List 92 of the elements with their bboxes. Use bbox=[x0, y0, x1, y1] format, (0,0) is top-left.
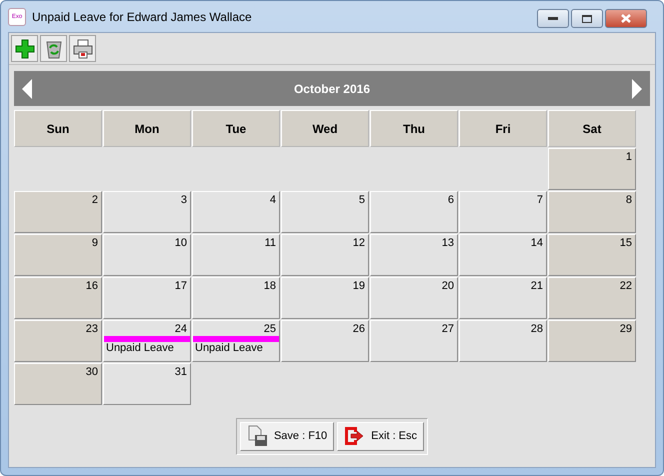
next-month-button[interactable] bbox=[630, 78, 644, 100]
day-number: 29 bbox=[620, 322, 633, 335]
day-cell[interactable]: 21 bbox=[459, 277, 547, 319]
add-button[interactable] bbox=[11, 35, 38, 62]
close-icon bbox=[621, 14, 631, 23]
day-number: 5 bbox=[358, 193, 366, 206]
day-cell[interactable]: 18 bbox=[192, 277, 280, 319]
refresh-button[interactable] bbox=[40, 35, 67, 62]
day-cell[interactable]: 23 bbox=[14, 320, 102, 362]
plus-icon bbox=[14, 38, 34, 58]
day-cell[interactable]: 19 bbox=[281, 277, 369, 319]
weekday-header: Tue bbox=[192, 110, 280, 147]
day-number: 17 bbox=[174, 279, 188, 292]
weekday-header: Sat bbox=[548, 110, 636, 147]
day-number: 9 bbox=[92, 236, 99, 249]
day-number: 22 bbox=[620, 279, 633, 292]
day-cell[interactable]: 30 bbox=[14, 363, 102, 405]
minimize-button[interactable] bbox=[537, 9, 569, 28]
day-number: 12 bbox=[352, 236, 366, 249]
day-number: 19 bbox=[352, 279, 366, 292]
day-cell[interactable]: 31 bbox=[103, 363, 191, 405]
day-cell[interactable]: 11 bbox=[192, 234, 280, 276]
weekday-header: Sun bbox=[14, 110, 102, 147]
previous-month-button[interactable] bbox=[20, 78, 34, 100]
day-cell[interactable]: 17 bbox=[103, 277, 191, 319]
day-number: 21 bbox=[530, 279, 544, 292]
day-number: 23 bbox=[86, 322, 99, 335]
day-number: 14 bbox=[530, 236, 544, 249]
day-cell[interactable]: 25 Unpaid Leave bbox=[192, 320, 280, 362]
day-number: 20 bbox=[442, 279, 455, 292]
day-cell[interactable]: 2 bbox=[14, 191, 102, 233]
day-cell[interactable]: 9 bbox=[14, 234, 102, 276]
day-cell[interactable]: 27 bbox=[370, 320, 458, 362]
day-cell[interactable]: 28 bbox=[459, 320, 547, 362]
day-cell[interactable]: 20 bbox=[370, 277, 458, 319]
window-title: Unpaid Leave for Edward James Wallace bbox=[32, 10, 253, 24]
save-button[interactable]: Save : F10 bbox=[240, 422, 334, 450]
exit-button[interactable]: Exit : Esc bbox=[337, 422, 424, 450]
weekday-header: Wed bbox=[281, 110, 369, 147]
day-cell[interactable]: 5 bbox=[281, 191, 369, 233]
day-number: 6 bbox=[448, 193, 455, 206]
left-arrow-icon bbox=[20, 78, 34, 100]
day-cell[interactable]: 29 bbox=[548, 320, 636, 362]
month-title: October 2016 bbox=[294, 82, 370, 96]
day-cell[interactable]: 16 bbox=[14, 277, 102, 319]
day-number: 25 bbox=[264, 322, 277, 335]
day-number: 18 bbox=[264, 279, 277, 292]
printer-icon bbox=[72, 38, 92, 58]
day-cell[interactable]: 6 bbox=[370, 191, 458, 233]
day-cell[interactable]: 7 bbox=[459, 191, 547, 233]
recycle-bin-icon bbox=[44, 38, 64, 58]
maximize-icon bbox=[582, 14, 592, 22]
day-number: 8 bbox=[626, 193, 633, 206]
print-button[interactable] bbox=[69, 35, 96, 62]
weekday-header: Fri bbox=[459, 110, 547, 147]
day-number: 3 bbox=[180, 193, 188, 206]
day-cell[interactable]: 22 bbox=[548, 277, 636, 319]
day-number: 10 bbox=[174, 236, 188, 249]
day-cell[interactable]: 3 bbox=[103, 191, 191, 233]
day-number: 24 bbox=[174, 322, 188, 335]
weekday-header: Thu bbox=[370, 110, 458, 147]
day-cell[interactable]: 1 bbox=[548, 148, 636, 190]
day-number: 11 bbox=[264, 236, 277, 249]
day-number: 28 bbox=[530, 322, 544, 335]
save-icon bbox=[246, 425, 269, 447]
day-cell[interactable]: 12 bbox=[281, 234, 369, 276]
right-arrow-icon bbox=[630, 78, 644, 100]
day-number: 30 bbox=[86, 365, 99, 378]
day-number: 2 bbox=[92, 193, 99, 206]
event-label: Unpaid Leave bbox=[194, 342, 264, 354]
day-cell[interactable]: 8 bbox=[548, 191, 636, 233]
maximize-button[interactable] bbox=[571, 9, 603, 28]
day-cell[interactable]: 10 bbox=[103, 234, 191, 276]
day-cell[interactable]: 13 bbox=[370, 234, 458, 276]
day-number: 13 bbox=[442, 236, 455, 249]
day-cell[interactable]: 26 bbox=[281, 320, 369, 362]
day-number: 15 bbox=[620, 236, 633, 249]
weekday-header: Mon bbox=[103, 110, 191, 147]
day-cell[interactable]: 14 bbox=[459, 234, 547, 276]
close-button[interactable] bbox=[605, 9, 647, 28]
day-number: 27 bbox=[442, 322, 455, 335]
day-number: 26 bbox=[352, 322, 366, 335]
day-cell[interactable]: 4 bbox=[192, 191, 280, 233]
day-number: 16 bbox=[86, 279, 99, 292]
day-number: 7 bbox=[536, 193, 544, 206]
day-cell[interactable]: 24 Unpaid Leave bbox=[103, 320, 191, 362]
day-cell[interactable]: 15 bbox=[548, 234, 636, 276]
event-label: Unpaid Leave bbox=[105, 342, 175, 354]
day-number: 4 bbox=[270, 193, 277, 206]
minimize-icon bbox=[548, 16, 558, 20]
day-number: 1 bbox=[626, 150, 633, 163]
day-number: 31 bbox=[174, 365, 188, 378]
